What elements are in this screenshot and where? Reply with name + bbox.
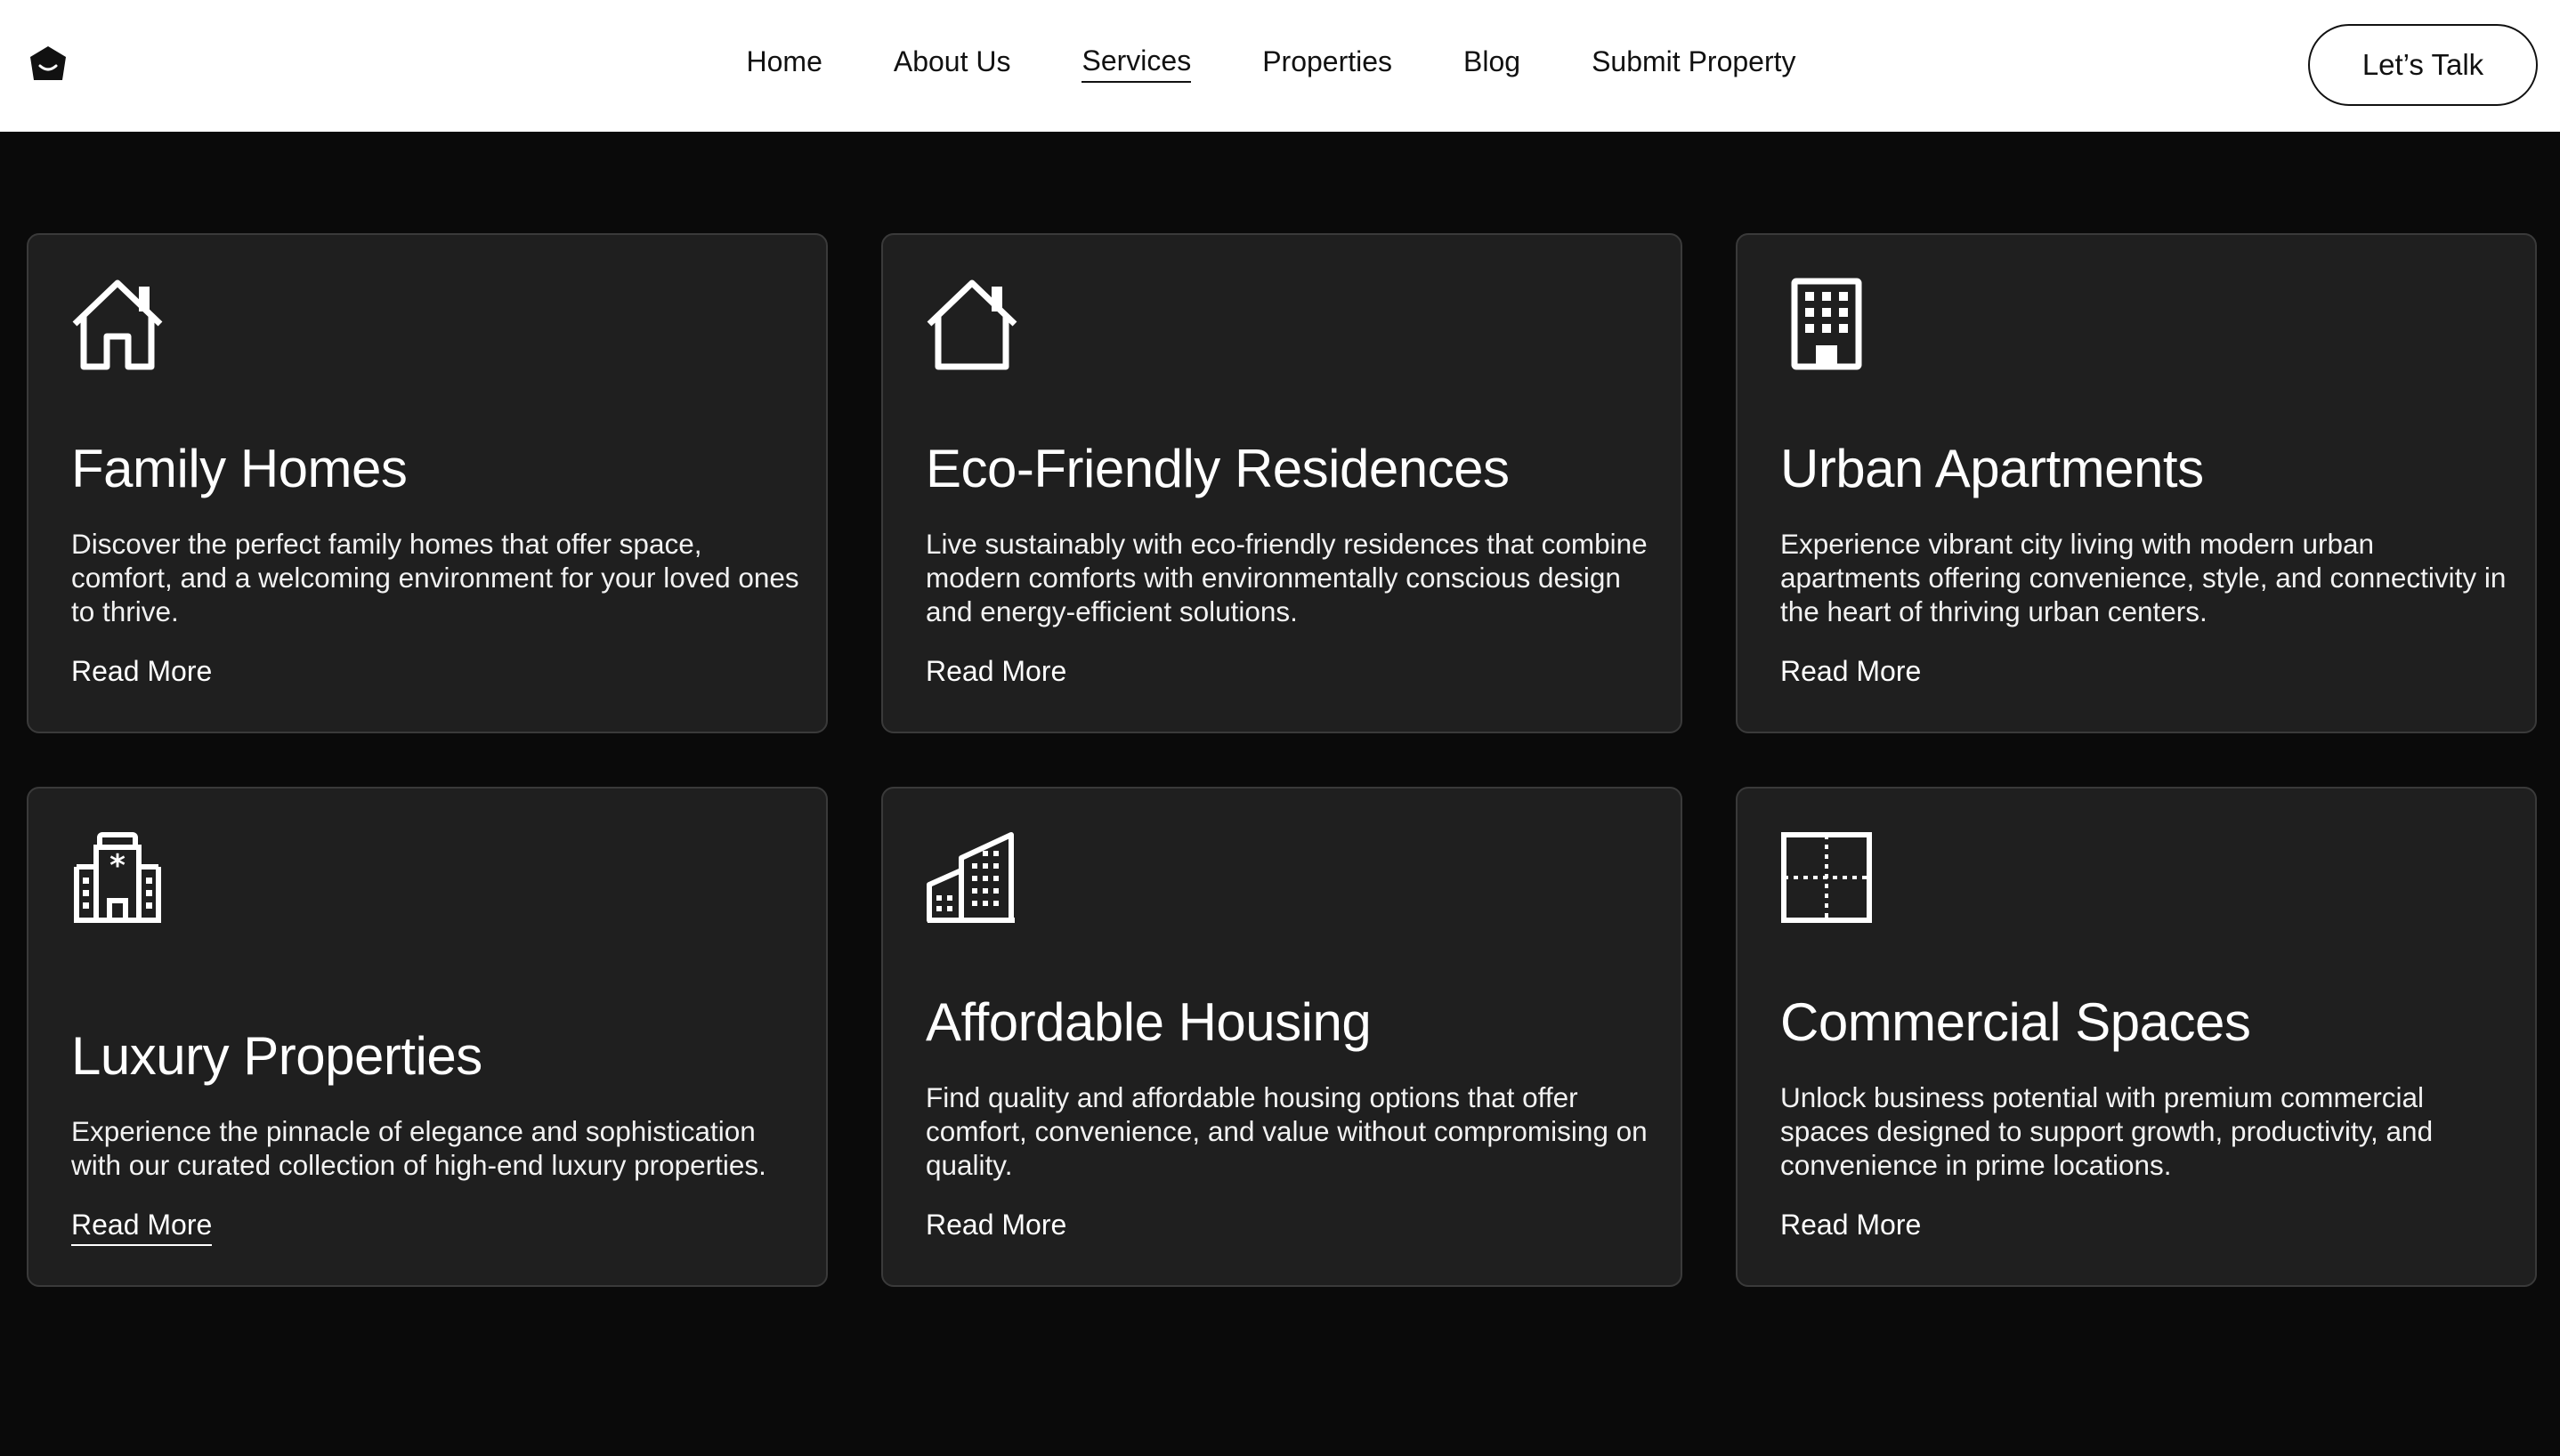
- svg-text:*: *: [109, 848, 126, 884]
- floor-plan-icon: [1780, 831, 1873, 924]
- card-description: Experience the pinnacle of elegance and …: [71, 1115, 766, 1181]
- lets-talk-button[interactable]: Let’s Talk: [2308, 24, 2538, 106]
- read-more-link[interactable]: Read More: [71, 655, 212, 691]
- main-nav: Home About Us Services Properties Blog S…: [0, 0, 2560, 126]
- card-description: Find quality and affordable housing opti…: [926, 1081, 1648, 1181]
- read-more-link[interactable]: Read More: [71, 1209, 213, 1246]
- read-more-link[interactable]: Read More: [1780, 1209, 1921, 1244]
- card-title: Luxury Properties: [71, 1026, 482, 1086]
- service-card-eco-friendly: Eco-Friendly Residences Live sustainably…: [881, 233, 1682, 733]
- card-title: Commercial Spaces: [1780, 992, 2251, 1052]
- card-title: Urban Apartments: [1780, 439, 2204, 498]
- service-card-urban-apartments: Urban Apartments Experience vibrant city…: [1736, 233, 2537, 733]
- card-description: Experience vibrant city living with mode…: [1780, 528, 2507, 627]
- read-more-link[interactable]: Read More: [926, 1209, 1066, 1244]
- card-description: Discover the perfect family homes that o…: [71, 528, 799, 627]
- read-more-link[interactable]: Read More: [926, 655, 1066, 691]
- service-card-affordable-housing: Affordable Housing Find quality and affo…: [881, 787, 1682, 1287]
- service-card-family-homes: Family Homes Discover the perfect family…: [27, 233, 828, 733]
- card-title: Affordable Housing: [926, 992, 1372, 1052]
- nav-services[interactable]: Services: [1082, 44, 1192, 83]
- card-description: Live sustainably with eco-friendly resid…: [926, 528, 1648, 627]
- nav-about-us[interactable]: About Us: [894, 45, 1011, 82]
- site-header: Home About Us Services Properties Blog S…: [0, 0, 2560, 132]
- house-outline-icon: [926, 278, 1018, 370]
- card-description: Unlock business potential with premium c…: [1780, 1081, 2434, 1181]
- house-icon: [71, 278, 164, 370]
- city-buildings-icon: [926, 831, 1018, 924]
- nav-blog[interactable]: Blog: [1463, 45, 1520, 82]
- apartment-building-icon: [1780, 278, 1873, 370]
- card-title: Eco-Friendly Residences: [926, 439, 1510, 498]
- nav-home[interactable]: Home: [747, 45, 822, 82]
- nav-properties[interactable]: Properties: [1262, 45, 1392, 82]
- service-card-commercial-spaces: Commercial Spaces Unlock business potent…: [1736, 787, 2537, 1287]
- hotel-building-icon: *: [71, 831, 164, 924]
- service-card-luxury-properties: * Luxury Properties Experience the pinna…: [27, 787, 828, 1287]
- read-more-link[interactable]: Read More: [1780, 655, 1921, 691]
- nav-submit-property[interactable]: Submit Property: [1592, 45, 1795, 82]
- card-title: Family Homes: [71, 439, 408, 498]
